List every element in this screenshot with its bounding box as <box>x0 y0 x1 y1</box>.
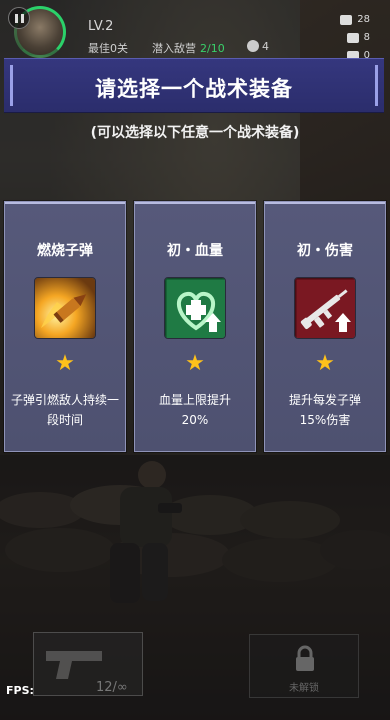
locked-label: 未解锁 <box>289 683 319 694</box>
card-desc-line: 血量上限提升 <box>158 393 231 407</box>
equipment-card-health[interactable]: 初・血量 ★ 血量上限提升 20% <box>134 201 256 452</box>
lock-icon <box>296 645 314 671</box>
card-title: 初・伤害 <box>297 243 353 259</box>
dialog-title: 请选择一个战术装备 <box>95 77 293 101</box>
grenade-count: 28 <box>357 14 370 25</box>
enemy-count: 4 <box>262 40 269 53</box>
card-desc-line: 子弹引燃敌人持续一 <box>10 393 119 407</box>
grenade-icon <box>340 14 353 25</box>
card-desc-line: 20% <box>181 413 209 427</box>
coin-stat: 8 <box>346 32 370 43</box>
card-description: 血量上限提升 20% <box>139 390 251 430</box>
pistol-icon <box>46 651 102 679</box>
rarity-star-icon: ★ <box>315 351 335 376</box>
card-title: 燃烧子弹 <box>37 243 93 259</box>
card-description: 提升每发子弹 15%伤害 <box>269 390 381 430</box>
equipment-card-damage[interactable]: 初・伤害 ★ 提升每发子弹 15%伤害 <box>264 201 386 452</box>
card-description: 子弹引燃敌人持续一 段时间 <box>9 390 121 430</box>
pause-icon <box>14 13 18 23</box>
rifle-damage-up-icon <box>294 277 356 339</box>
infiltrate-label: 潜入敌营 <box>152 42 196 55</box>
card-desc-line: 提升每发子弹 <box>288 393 361 407</box>
enemy-icon <box>247 40 259 52</box>
dialog-subtitle: (可以选择以下任意一个战术装备) <box>90 125 300 141</box>
infiltrate-value: 2/10 <box>200 42 225 55</box>
rarity-star-icon: ★ <box>55 351 75 376</box>
rarity-star-icon: ★ <box>185 351 205 376</box>
equipment-card-incendiary[interactable]: 燃烧子弹 ★ 子弹引燃敌人持续一 段时间 <box>4 201 126 452</box>
infiltrate-progress: 潜入敌营 2/10 <box>152 40 225 56</box>
coin-count: 8 <box>363 32 370 43</box>
best-record: 最佳0关 <box>88 42 128 55</box>
pause-button[interactable] <box>8 7 30 29</box>
card-title: 初・血量 <box>167 243 223 259</box>
card-desc-line: 15%伤害 <box>299 413 351 427</box>
card-desc-line: 段时间 <box>46 413 83 427</box>
grenade-stat: 28 <box>340 14 370 25</box>
title-banner: 请选择一个战术装备 <box>4 58 384 113</box>
player-level: LV.2 <box>88 19 114 34</box>
fps-counter: FPS: <box>6 684 34 697</box>
coin-icon <box>346 32 359 43</box>
health-heart-up-icon <box>164 277 226 339</box>
pause-icon-bar <box>20 13 24 23</box>
ammo-counter: 12/∞ <box>96 680 128 695</box>
locked-weapon-slot[interactable]: 未解锁 <box>249 634 359 698</box>
incendiary-bullet-icon <box>34 277 96 339</box>
